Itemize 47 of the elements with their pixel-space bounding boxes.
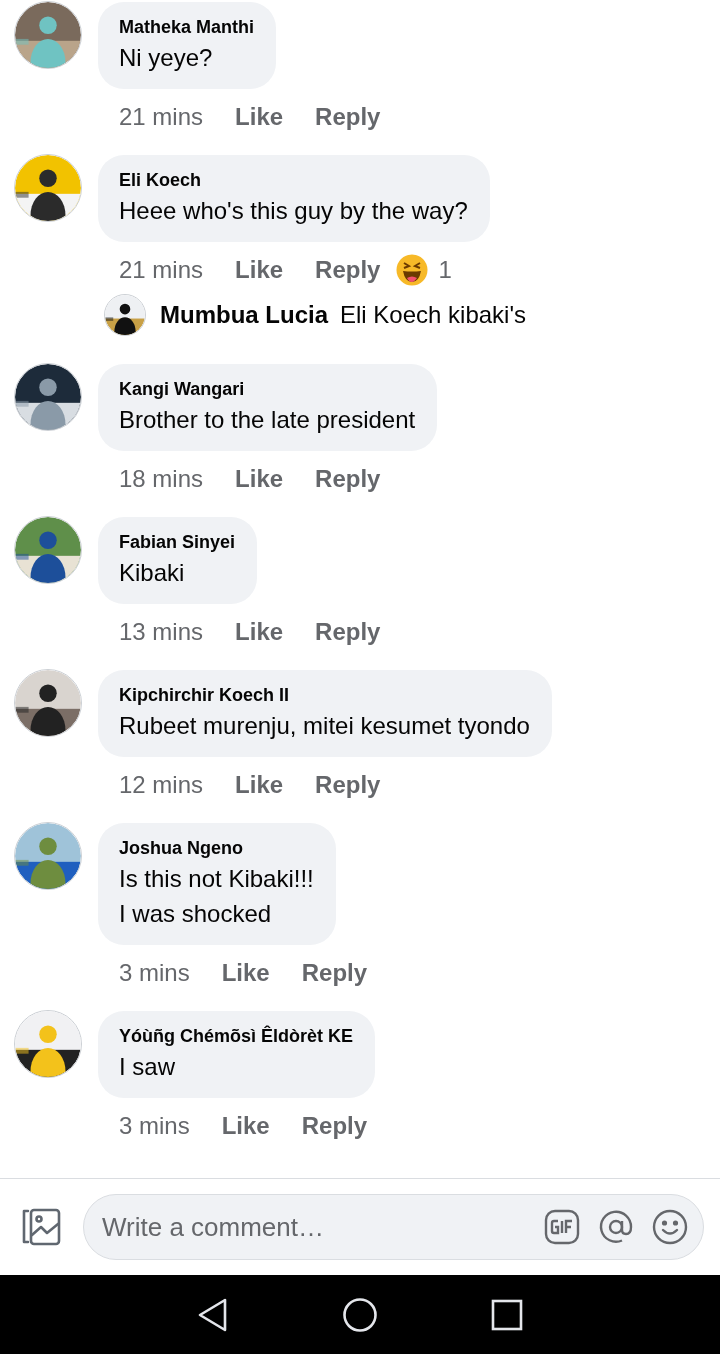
like-link[interactable]: Like — [235, 252, 284, 288]
reply-link[interactable]: Reply — [315, 461, 381, 497]
reaction-count[interactable]: 1 — [438, 252, 452, 288]
comment-text: Is this not Kibaki!!! I was shocked — [119, 864, 314, 929]
author-name[interactable]: Eli Koech — [119, 167, 468, 193]
author-name[interactable]: Kangi Wangari — [119, 376, 416, 402]
author-name[interactable]: Matheka Manthi — [119, 14, 255, 40]
home-icon[interactable] — [342, 1296, 378, 1333]
like-link[interactable]: Like — [235, 99, 284, 135]
author-name[interactable]: Kipchirchir Koech II — [119, 682, 530, 708]
timestamp: 18 mins — [119, 464, 204, 494]
like-link[interactable]: Like — [221, 955, 270, 991]
gif-icon[interactable] — [544, 1209, 580, 1245]
timestamp: 3 mins — [119, 958, 190, 988]
timestamp: 21 mins — [119, 255, 204, 285]
emoji-icon[interactable] — [652, 1209, 688, 1245]
timestamp: 12 mins — [119, 770, 204, 800]
comment-text: Heee who's this guy by the way? — [119, 196, 468, 226]
back-icon[interactable] — [196, 1297, 229, 1332]
like-link[interactable]: Like — [235, 614, 284, 650]
comment-text: I saw — [119, 1052, 176, 1082]
comment-field[interactable]: Write a comment… — [83, 1194, 704, 1260]
reply-link[interactable]: Reply — [315, 99, 381, 135]
comment-text: Kibaki — [119, 558, 186, 588]
laughing-emoji-icon[interactable] — [396, 254, 429, 286]
timestamp: 13 mins — [119, 617, 204, 647]
reply-link[interactable]: Reply — [301, 1108, 368, 1144]
author-name[interactable]: Joshua Ngeno — [119, 835, 314, 861]
like-link[interactable]: Like — [235, 461, 284, 497]
comment-text: Ni yeye? — [119, 43, 214, 73]
author-name[interactable]: Fabian Sinyei — [119, 529, 236, 555]
photo-icon[interactable] — [20, 1207, 62, 1247]
comment-text: Brother to the late president — [119, 405, 416, 435]
reply-text: Eli Koech kibaki's — [340, 300, 526, 330]
recents-icon[interactable] — [491, 1298, 524, 1331]
reply-link[interactable]: Reply — [315, 614, 381, 650]
like-link[interactable]: Like — [221, 1108, 270, 1144]
mention-icon[interactable] — [598, 1209, 634, 1245]
reply-author[interactable]: Mumbua Lucia — [160, 297, 328, 333]
comment-text: Rubeet murenju, mitei kesumet tyondo — [119, 711, 530, 741]
timestamp: 3 mins — [119, 1111, 190, 1141]
timestamp: 21 mins — [119, 102, 204, 132]
reply-link[interactable]: Reply — [301, 955, 368, 991]
reply-link[interactable]: Reply — [315, 767, 381, 803]
like-link[interactable]: Like — [235, 767, 284, 803]
reply-link[interactable]: Reply — [315, 252, 381, 288]
author-name[interactable]: Yóùñg Chémõsì Êldòrèt KE — [119, 1023, 354, 1049]
